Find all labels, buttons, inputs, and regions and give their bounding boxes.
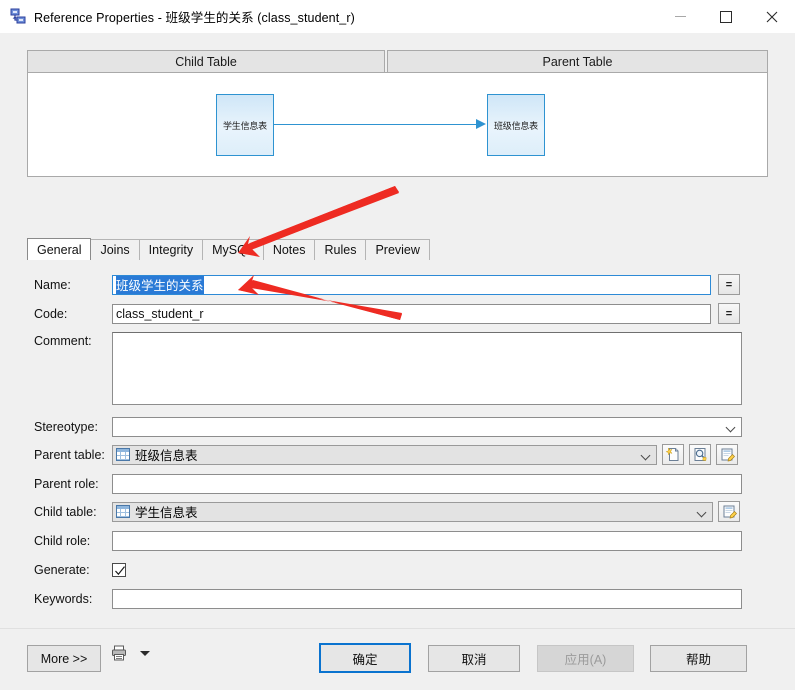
print-icon[interactable]: [111, 645, 128, 661]
tab-mysql[interactable]: MySQL: [202, 239, 264, 260]
caret-down-icon[interactable]: [140, 651, 150, 656]
window-title: Reference Properties - 班级学生的关系 (class_st…: [34, 11, 355, 25]
tab-notes[interactable]: Notes: [262, 239, 316, 260]
tab-preview[interactable]: Preview: [365, 239, 430, 260]
diagram-parent-table[interactable]: 班级信息表: [487, 94, 545, 156]
parent-role-input[interactable]: [112, 473, 742, 494]
chevron-down-icon: [727, 424, 736, 430]
browse-icon[interactable]: [689, 444, 711, 465]
child-table-label: Child table:: [34, 504, 97, 519]
table-icon: [116, 505, 130, 518]
keywords-input[interactable]: [112, 588, 742, 609]
child-table-combo[interactable]: 学生信息表: [112, 501, 713, 522]
chevron-down-icon: [698, 509, 707, 515]
tab-joins[interactable]: Joins: [90, 239, 140, 260]
dialog-button-bar: More >> 确定 取消 应用(A) 帮助: [0, 628, 795, 690]
comment-textarea[interactable]: [112, 332, 742, 405]
parent-table-combo[interactable]: 班级信息表: [112, 444, 657, 465]
name-label: Name:: [34, 277, 71, 292]
code-input[interactable]: class_student_r: [112, 303, 711, 324]
row-parent-role: Parent role:: [34, 473, 742, 494]
properties-icon[interactable]: [716, 444, 738, 465]
close-button[interactable]: [749, 0, 795, 33]
diagram-child-table[interactable]: 学生信息表: [216, 94, 274, 156]
child-role-input[interactable]: [112, 530, 742, 551]
row-code: Code: class_student_r =: [34, 303, 740, 324]
name-equals-button[interactable]: =: [718, 274, 740, 295]
property-tabs: General Joins Integrity MySQL Notes Rule…: [27, 238, 768, 260]
row-generate: Generate:: [34, 559, 126, 580]
apply-button[interactable]: 应用(A): [537, 645, 634, 672]
parent-table-header: Parent Table: [387, 50, 768, 72]
child-table-header: Child Table: [27, 50, 385, 72]
dialog-client-area: Child Table Parent Table 学生信息表 班级信息表 Gen…: [0, 33, 795, 690]
properties-icon[interactable]: [718, 501, 740, 522]
reference-diagram[interactable]: 学生信息表 班级信息表: [27, 72, 768, 177]
row-stereotype: Stereotype:: [34, 416, 742, 437]
parent-table-value: 班级信息表: [135, 449, 198, 463]
relationship-arrow-icon: [476, 119, 486, 129]
name-input-value: 班级学生的关系: [116, 275, 204, 294]
child-role-label: Child role:: [34, 533, 91, 548]
name-input[interactable]: 班级学生的关系: [112, 274, 711, 295]
comment-label: Comment:: [34, 334, 92, 348]
chevron-down-icon: [642, 452, 651, 458]
row-name: Name: 班级学生的关系 =: [34, 274, 740, 295]
parent-role-label: Parent role:: [34, 476, 99, 491]
code-input-value: class_student_r: [116, 306, 204, 321]
maximize-button[interactable]: [703, 0, 749, 33]
help-button[interactable]: 帮助: [650, 645, 747, 672]
tab-rules[interactable]: Rules: [314, 239, 367, 260]
row-comment: Comment:: [34, 332, 742, 407]
table-icon: [116, 448, 130, 461]
title-bar: Reference Properties - 班级学生的关系 (class_st…: [0, 0, 795, 33]
reference-icon: [8, 7, 28, 27]
relationship-line: [274, 124, 480, 125]
child-table-value: 学生信息表: [135, 506, 198, 520]
window-controls: [657, 0, 795, 33]
more-button[interactable]: More >>: [27, 645, 101, 672]
row-child-table: Child table: 学生信息表: [34, 501, 740, 522]
ok-button[interactable]: 确定: [319, 643, 411, 673]
code-equals-button[interactable]: =: [718, 303, 740, 324]
generate-checkbox[interactable]: [112, 562, 126, 577]
keywords-label: Keywords:: [34, 591, 93, 606]
tab-general[interactable]: General: [27, 238, 92, 260]
diagram-column-headers: Child Table Parent Table: [27, 50, 768, 72]
tab-integrity[interactable]: Integrity: [138, 239, 204, 260]
minimize-button[interactable]: [657, 0, 703, 33]
cancel-button[interactable]: 取消: [428, 645, 520, 672]
row-keywords: Keywords:: [34, 588, 742, 609]
stereotype-combo[interactable]: [112, 416, 742, 437]
stereotype-label: Stereotype:: [34, 419, 98, 434]
row-child-role: Child role:: [34, 530, 742, 551]
parent-table-label: Parent table:: [34, 447, 105, 462]
generate-label: Generate:: [34, 562, 90, 577]
row-parent-table: Parent table: 班级信息表: [34, 444, 738, 465]
code-label: Code:: [34, 306, 68, 321]
create-icon[interactable]: [662, 444, 684, 465]
